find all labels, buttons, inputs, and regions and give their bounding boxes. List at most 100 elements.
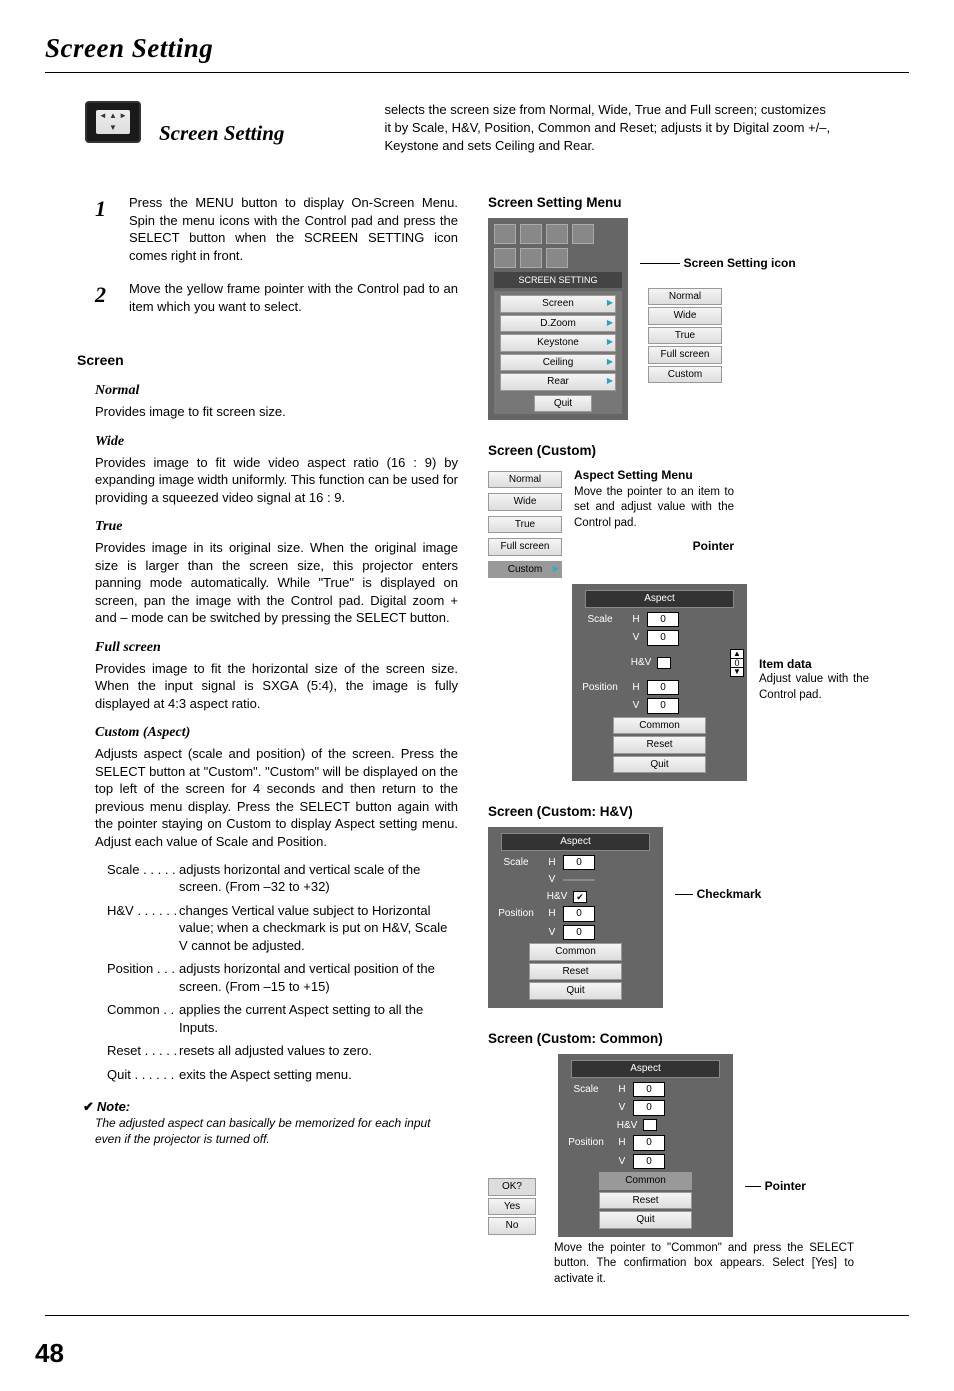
aspect-header: Aspect (585, 590, 734, 608)
callout-screen-setting-icon: Screen Setting icon (684, 256, 796, 270)
menu-icon (572, 224, 594, 244)
submenu-true: True (648, 327, 722, 345)
btn-quit: Quit (613, 756, 706, 774)
aspect-header: Aspect (571, 1060, 720, 1078)
list-wide: Wide (488, 493, 562, 511)
param-label: Position (107, 961, 153, 976)
pos-h-value: 0 (563, 906, 595, 922)
param-desc: adjusts horizontal and vertical position… (179, 960, 458, 995)
step-number: 2 (95, 280, 115, 315)
row-position: Position (575, 681, 625, 695)
pos-v-value: 0 (647, 698, 679, 714)
list-fullscreen: Full screen (488, 538, 562, 556)
scale-h-value: 0 (563, 855, 595, 871)
step-text: Move the yellow frame pointer with the C… (129, 280, 458, 315)
fig2-title: Screen (Custom) (488, 442, 869, 460)
param-desc: exits the Aspect setting menu. (179, 1066, 458, 1084)
mode-wide-title: Wide (95, 433, 458, 452)
aspect-panel-hv: Aspect Scale H 0 V H (488, 827, 663, 1008)
mode-wide-text: Provides image to fit wide video aspect … (95, 454, 458, 507)
intro-heading: Screen Setting (159, 119, 284, 147)
submenu-normal: Normal (648, 288, 722, 306)
osd-item-keystone: Keystone▶ (500, 334, 616, 352)
btn-common: Common (613, 717, 706, 735)
param-label: Common (107, 1002, 160, 1017)
list-custom: Custom▶ (488, 561, 562, 579)
page-title: Screen Setting (45, 30, 909, 66)
menu-icon (546, 224, 568, 244)
menu-icon (494, 224, 516, 244)
pos-v-value: 0 (563, 925, 595, 941)
fig4-text: Move the pointer to "Common" and press t… (554, 1241, 854, 1288)
screen-setting-icon: ◄ ▲ ► ▼ (85, 101, 141, 143)
mode-custom-text: Adjusts aspect (scale and position) of t… (95, 745, 458, 850)
bottom-rule (45, 1315, 909, 1316)
confirm-no: No (488, 1217, 536, 1235)
mode-normal-text: Provides image to fit screen size. (95, 403, 458, 421)
note-header: Note: (83, 1098, 458, 1116)
param-row: Quit . . . . . . exits the Aspect settin… (107, 1066, 458, 1084)
osd-item-dzoom: D.Zoom▶ (500, 315, 616, 333)
hv-checkbox-checked: ✔ (573, 891, 587, 903)
param-desc: resets all adjusted values to zero. (179, 1042, 458, 1060)
callout-item-data-text: Adjust value with the Control pad. (759, 672, 869, 703)
param-label: Reset (107, 1043, 141, 1058)
btn-reset: Reset (613, 736, 706, 754)
hv-checkbox (657, 657, 671, 669)
mode-normal-title: Normal (95, 382, 458, 401)
osd-quit: Quit (534, 395, 592, 413)
submenu-fullscreen: Full screen (648, 346, 722, 364)
osd-item-ceiling: Ceiling▶ (500, 354, 616, 372)
param-row: H&V . . . . . . changes Vertical value s… (107, 902, 458, 955)
btn-quit: Quit (529, 982, 622, 1000)
step-1: 1 Press the MENU button to display On-Sc… (95, 194, 458, 264)
submenu-custom: Custom (648, 366, 722, 384)
pos-h-value: 0 (647, 680, 679, 696)
fig3-title: Screen (Custom: H&V) (488, 803, 869, 821)
note-text: The adjusted aspect can basically be mem… (95, 1115, 458, 1147)
aspect-panel: Aspect Scale H 0 V 0 (572, 584, 747, 781)
btn-reset: Reset (529, 963, 622, 981)
title-rule (45, 72, 909, 73)
aspect-header: Aspect (501, 833, 650, 851)
scroll-widget: ▲0▼ (730, 649, 744, 677)
menu-icon (546, 248, 568, 268)
menu-icon (520, 224, 542, 244)
pos-v-value: 0 (633, 1154, 665, 1170)
param-desc: changes Vertical value subject to Horizo… (179, 902, 458, 955)
confirm-yes: Yes (488, 1198, 536, 1216)
fig4-title: Screen (Custom: Common) (488, 1030, 869, 1048)
intro-desc: selects the screen size from Normal, Wid… (384, 101, 834, 154)
menu-icon (494, 248, 516, 268)
btn-common-selected: Common (599, 1172, 692, 1190)
menu-icon (520, 248, 542, 268)
step-text: Press the MENU button to display On-Scre… (129, 194, 458, 264)
callout-pointer: Pointer (765, 1179, 806, 1193)
list-normal: Normal (488, 471, 562, 489)
mode-custom-title: Custom (Aspect) (95, 724, 458, 743)
param-desc: applies the current Aspect setting to al… (179, 1001, 458, 1036)
page-number: 48 (35, 1336, 909, 1371)
scale-h-value: 0 (647, 612, 679, 628)
fig1-title: Screen Setting Menu (488, 194, 869, 212)
param-desc: adjusts horizontal and vertical scale of… (179, 861, 458, 896)
btn-quit: Quit (599, 1211, 692, 1229)
osd-main-menu: SCREEN SETTING Screen▶ D.Zoom▶ Keystone▶… (488, 218, 628, 420)
callout-pointer: Pointer (693, 539, 734, 553)
scale-v-value: 0 (647, 630, 679, 646)
param-label: Scale (107, 862, 140, 877)
param-row: Scale . . . . . adjusts horizontal and v… (107, 861, 458, 896)
btn-reset: Reset (599, 1192, 692, 1210)
param-row: Reset . . . . . resets all adjusted valu… (107, 1042, 458, 1060)
confirm-box: OK? Yes No (488, 1176, 536, 1237)
scale-h-value: 0 (633, 1082, 665, 1098)
scale-v-value: 0 (633, 1100, 665, 1116)
param-label: H&V (107, 903, 134, 918)
screen-section-title: Screen (77, 351, 458, 370)
row-scale: Scale (575, 613, 625, 627)
mode-full-title: Full screen (95, 639, 458, 658)
param-row: Common . . applies the current Aspect se… (107, 1001, 458, 1036)
osd-item-rear: Rear▶ (500, 373, 616, 391)
pos-h-value: 0 (633, 1135, 665, 1151)
submenu-wide: Wide (648, 307, 722, 325)
